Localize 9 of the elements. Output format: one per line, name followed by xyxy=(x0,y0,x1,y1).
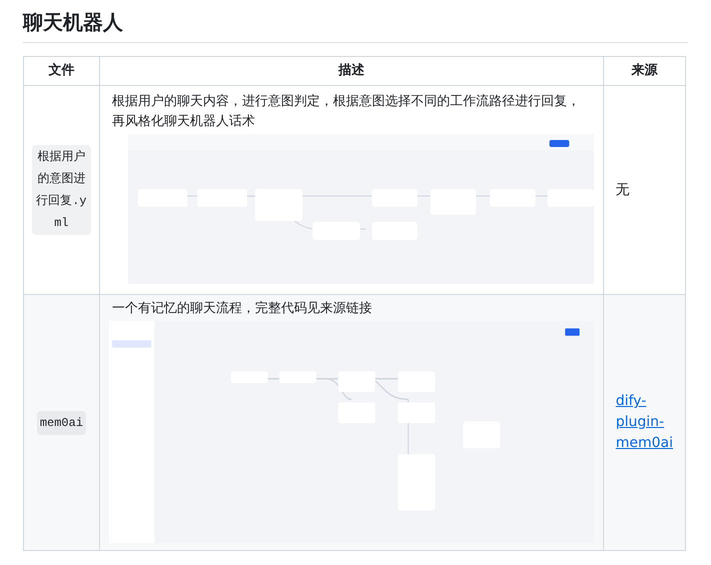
section-heading: 聊天机器人 xyxy=(23,8,688,43)
description-text: 根据用户的聊天内容，进行意图判定，根据意图选择不同的工作流路径进行回复，再风格化聊天机器人话术 xyxy=(110,93,581,131)
file-name: mem0ai xyxy=(36,410,86,434)
source-text: 无 xyxy=(616,182,630,198)
column-header: 描述 xyxy=(99,56,604,86)
file-name: 根据用户的意图进行回复.yml xyxy=(32,145,91,235)
column-header: 文件 xyxy=(24,56,100,86)
source-link[interactable]: dify-plugin-mem0ai xyxy=(616,391,673,454)
description-text: 一个有记忆的聊天流程，完整代码见来源链接 xyxy=(110,300,373,318)
